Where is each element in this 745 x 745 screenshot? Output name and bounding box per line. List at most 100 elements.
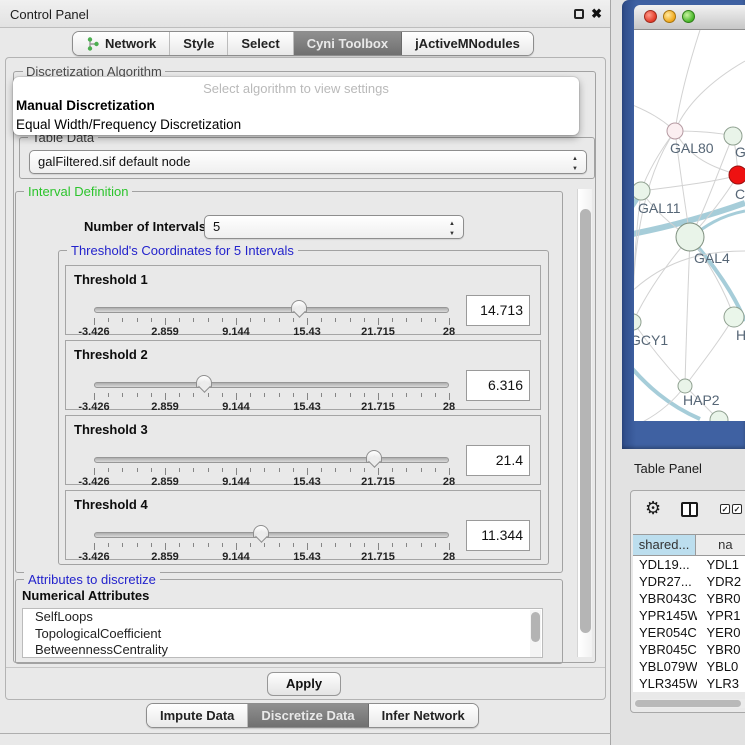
slider-track[interactable] [94, 532, 449, 538]
slider-thumb[interactable] [366, 450, 382, 463]
threshold-slider[interactable]: -3.4262.8599.14415.4321.71528 [94, 379, 449, 409]
network-node[interactable] [678, 379, 692, 393]
slider-tick-label: 28 [443, 326, 455, 338]
zoom-traffic-light-icon[interactable] [682, 10, 695, 23]
network-window-titlebar[interactable] [634, 5, 745, 30]
tab-label: jActiveMNodules [415, 36, 520, 51]
attribute-item[interactable]: BetweennessCentrality [23, 642, 542, 658]
network-node[interactable] [729, 166, 745, 184]
slider-track[interactable] [94, 382, 449, 388]
table-row[interactable]: YDL19...YDL1 [633, 556, 745, 573]
tab-network[interactable]: Network [73, 32, 170, 55]
slider-tick [108, 468, 109, 472]
column-layout-icon[interactable] [681, 502, 698, 517]
threshold-value-field[interactable]: 21.4 [466, 445, 530, 476]
table-row[interactable]: YBR045CYBR0 [633, 641, 745, 658]
network-window[interactable]: GAL80GACGAL11GAL4GCY1HHAP2 [622, 0, 745, 449]
table-row[interactable]: YLR345WYLR3 [633, 675, 745, 692]
attributes-scrollbar[interactable] [530, 610, 541, 658]
minimize-traffic-light-icon[interactable] [663, 10, 676, 23]
slider-tick-label: 9.144 [222, 551, 250, 563]
threshold-value-field[interactable]: 14.713 [466, 295, 530, 326]
tab-jactivemnodules[interactable]: jActiveMNodules [402, 32, 533, 55]
network-node[interactable] [634, 182, 650, 200]
checkbox-icon[interactable]: ✓ [720, 504, 730, 514]
network-node[interactable] [676, 223, 704, 251]
network-node[interactable] [634, 314, 641, 330]
network-node[interactable] [724, 307, 744, 327]
table-row[interactable]: YBR043CYBR0 [633, 590, 745, 607]
threshold-value-field[interactable]: 6.316 [466, 370, 530, 401]
slider-thumb[interactable] [196, 375, 212, 388]
slider-track[interactable] [94, 457, 449, 463]
network-edge[interactable] [685, 317, 734, 386]
table-cell[interactable]: YPR1 [697, 607, 745, 624]
slider-track[interactable] [94, 307, 449, 313]
threshold-slider[interactable]: -3.4262.8599.14415.4321.71528 [94, 304, 449, 334]
table-row[interactable]: YPR145WYPR1 [633, 607, 745, 624]
table-cell[interactable]: YDR2 [697, 573, 745, 590]
table-data-combo[interactable]: galFiltered.sif default node ▲▼ [29, 150, 587, 174]
network-node[interactable] [667, 123, 683, 139]
table-cell[interactable]: YPR145W [633, 607, 697, 624]
bottom-tab-discretize-data[interactable]: Discretize Data [248, 704, 368, 727]
slider-tick [392, 393, 393, 397]
attribute-item[interactable]: TopologicalCoefficient [23, 626, 542, 643]
bottom-tab-infer-network[interactable]: Infer Network [369, 704, 478, 727]
checkbox-icon[interactable]: ✓ [732, 504, 742, 514]
tab-select[interactable]: Select [228, 32, 293, 55]
slider-thumb[interactable] [253, 525, 269, 538]
threshold-slider[interactable]: -3.4262.8599.14415.4321.71528 [94, 454, 449, 484]
slider-tick [435, 318, 436, 322]
slider-tick [293, 393, 294, 397]
table-cell[interactable]: YBR045C [633, 641, 697, 658]
table-cell[interactable]: YLR3 [697, 675, 745, 692]
table-cell[interactable]: YBR0 [697, 590, 745, 607]
table-column-header[interactable]: na [696, 535, 745, 555]
number-of-intervals-combo[interactable]: 5 ▲▼ [204, 215, 464, 239]
table-row[interactable]: YER054CYER0 [633, 624, 745, 641]
table-cell[interactable]: YDR27... [633, 573, 697, 590]
slider-thumb[interactable] [291, 300, 307, 313]
slider-tick [435, 468, 436, 472]
table-cell[interactable]: YER054C [633, 624, 697, 641]
tab-cyni-toolbox[interactable]: Cyni Toolbox [294, 32, 402, 55]
slider-tick [350, 543, 351, 547]
float-window-icon[interactable] [574, 9, 584, 19]
close-traffic-light-icon[interactable] [644, 10, 657, 23]
panel-vertical-scrollbar[interactable] [577, 189, 592, 657]
apply-button[interactable]: Apply [267, 672, 341, 696]
algorithm-popup-item[interactable]: Manual Discretization [16, 98, 155, 113]
table-horizontal-scrollbar[interactable] [634, 699, 745, 708]
table-cell[interactable]: YBR0 [697, 641, 745, 658]
bottom-tab-impute-data[interactable]: Impute Data [147, 704, 248, 727]
network-node[interactable] [710, 411, 728, 421]
attribute-item[interactable]: SelfLoops [23, 609, 542, 626]
threshold-slider[interactable]: -3.4262.8599.14415.4321.71528 [94, 529, 449, 559]
slider-tick [406, 543, 407, 547]
network-edge[interactable] [675, 30, 700, 131]
table-cell[interactable]: YLR345W [633, 675, 697, 692]
close-icon[interactable]: ✖ [591, 6, 602, 22]
network-canvas[interactable]: GAL80GACGAL11GAL4GCY1HHAP2 [634, 30, 745, 421]
slider-tick [307, 318, 308, 325]
gear-icon[interactable]: ⚙ [645, 499, 661, 517]
network-edge[interactable] [634, 386, 685, 421]
table-row[interactable]: YBL079WYBL0 [633, 658, 745, 675]
network-node[interactable] [724, 127, 742, 145]
table-panel: ⚙ ✓ ✓ shared...na YDL19...YDL1YDR27...YD… [630, 490, 745, 713]
algorithm-popup-item[interactable]: Equal Width/Frequency Discretization [16, 117, 241, 132]
table-cell[interactable]: YDL1 [697, 556, 745, 573]
network-edge[interactable] [675, 61, 745, 131]
network-edge[interactable] [634, 237, 690, 322]
network-edge[interactable] [641, 175, 738, 191]
table-row[interactable]: YDR27...YDR2 [633, 573, 745, 590]
table-cell[interactable]: YBL0 [697, 658, 745, 675]
table-column-header[interactable]: shared... [633, 535, 696, 555]
threshold-value-field[interactable]: 11.344 [466, 520, 530, 551]
table-cell[interactable]: YER0 [697, 624, 745, 641]
table-cell[interactable]: YBL079W [633, 658, 697, 675]
table-cell[interactable]: YDL19... [633, 556, 697, 573]
tab-style[interactable]: Style [170, 32, 228, 55]
table-cell[interactable]: YBR043C [633, 590, 697, 607]
